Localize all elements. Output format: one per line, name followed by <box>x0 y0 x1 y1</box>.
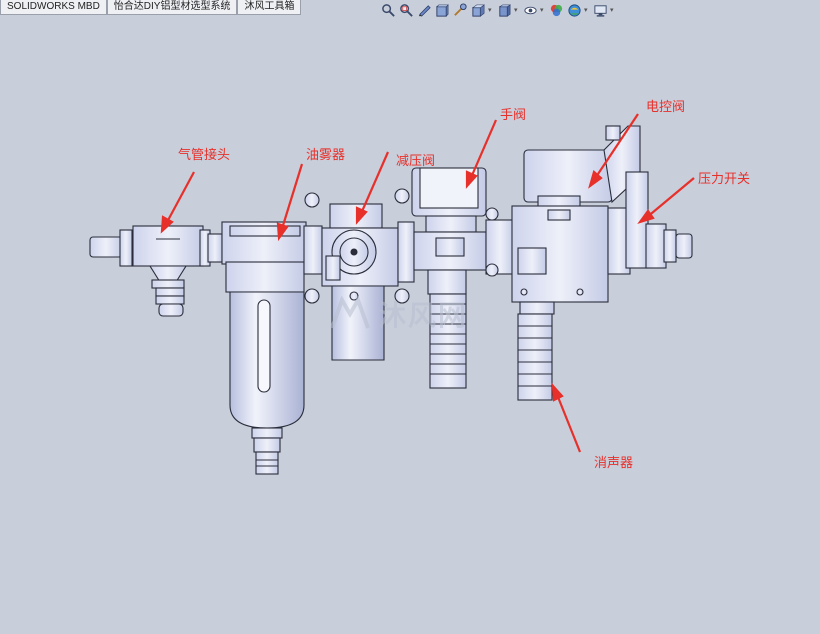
display-style-icon[interactable] <box>496 2 512 18</box>
silencer-part <box>517 301 555 401</box>
chevron-down-icon[interactable]: ▾ <box>488 6 494 14</box>
label-lubricator: 油雾器 <box>306 148 346 163</box>
label-hand-valve: 手阀 <box>500 108 527 123</box>
dynamic-annotation-icon[interactable] <box>452 2 468 18</box>
zoom-to-fit-icon[interactable] <box>380 2 396 18</box>
tab-mufeng-toolbox[interactable]: 沐风工具箱 <box>237 0 302 15</box>
connector-block <box>397 221 415 283</box>
arrow-silencer <box>554 391 582 453</box>
connector-bolt <box>485 207 499 221</box>
label-silencer: 消声器 <box>594 456 634 471</box>
label-solenoid-valve: 电控阀 <box>646 100 686 115</box>
hide-show-icon[interactable] <box>522 2 538 18</box>
label-air-fitting: 气管接头 <box>178 148 231 163</box>
section-view-icon[interactable] <box>434 2 450 18</box>
edit-appearance-icon[interactable] <box>548 2 564 18</box>
zoom-area-icon[interactable] <box>398 2 414 18</box>
connector-bolt <box>304 288 320 304</box>
connector-block <box>303 225 323 275</box>
regulator-part <box>321 203 399 361</box>
arrow-pressure-switch <box>645 177 695 219</box>
chevron-down-icon[interactable]: ▾ <box>514 6 520 14</box>
view-orientation-icon[interactable] <box>470 2 486 18</box>
tab-solidworks-mbd[interactable]: SOLIDWORKS MBD <box>0 0 107 15</box>
chevron-down-icon[interactable]: ▾ <box>584 6 590 14</box>
watermark: 沐风网 <box>328 294 468 334</box>
arrow-air-fitting <box>165 171 195 225</box>
previous-view-icon[interactable] <box>416 2 432 18</box>
air-fitting-part <box>89 225 223 317</box>
chevron-down-icon[interactable]: ▾ <box>610 6 616 14</box>
connector-bolt <box>485 263 499 277</box>
label-regulator: 减压阀 <box>396 154 436 169</box>
watermark-text: 沐风网 <box>378 299 469 332</box>
apply-scene-icon[interactable] <box>566 2 582 18</box>
heads-up-view-toolbar: ▾ ▾ ▾ ▾ ▾ <box>380 1 616 19</box>
view-settings-icon[interactable] <box>592 2 608 18</box>
watermark-logo-icon <box>330 296 370 329</box>
label-pressure-switch: 压力开关 <box>698 172 751 187</box>
hand-valve-part <box>411 167 487 389</box>
lubricator-part <box>221 221 307 475</box>
chevron-down-icon[interactable]: ▾ <box>540 6 546 14</box>
command-manager-tabs: SOLIDWORKS MBD 怡合达DIY铝型材选型系统 沐风工具箱 <box>0 0 302 15</box>
connector-bolt <box>394 188 410 204</box>
connector-bolt <box>304 192 320 208</box>
tab-yiheda-profile-system[interactable]: 怡合达DIY铝型材选型系统 <box>106 0 238 15</box>
